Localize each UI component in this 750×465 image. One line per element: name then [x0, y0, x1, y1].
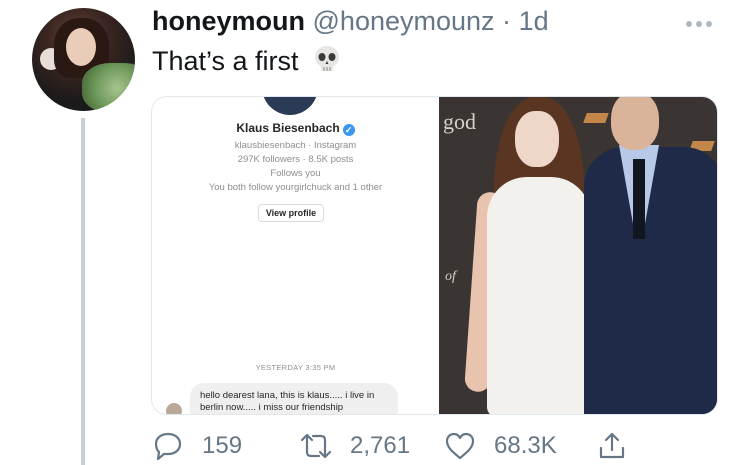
user-avatar[interactable] [32, 8, 135, 111]
tweet-text-content: That’s a first [152, 46, 299, 76]
separator-dot: · [502, 6, 512, 36]
tweet-header: honeymoun @honeymounz · 1d [152, 4, 549, 38]
woman-white-dress [487, 177, 591, 414]
backdrop-text: god [443, 109, 476, 134]
view-profile-button: View profile [258, 204, 324, 222]
sponsor-logo-mark [583, 113, 609, 123]
tweet-action-bar: 159 2,761 68.3K [152, 428, 632, 464]
avatar-face [66, 28, 96, 66]
dm-timestamp: YESTERDAY 3:35 PM [255, 363, 336, 372]
tweet-media[interactable]: Klaus Biesenbach ✓ klausbiesenbach · Inst… [151, 96, 718, 415]
share-button[interactable] [596, 428, 628, 464]
retweet-button[interactable]: 2,761 [300, 428, 410, 464]
dm-message-bubble: hello dearest lana, this is klaus..... i… [190, 383, 398, 414]
dm-sender-avatar [166, 403, 182, 414]
heart-icon [445, 432, 475, 460]
dm-stats-line: 297K followers · 8.5K posts [237, 154, 354, 165]
like-button[interactable]: 68.3K [444, 428, 557, 464]
avatar-plant [82, 63, 135, 111]
dm-profile-avatar [262, 97, 318, 115]
dm-screenshot-image[interactable]: Klaus Biesenbach ✓ klausbiesenbach · Inst… [152, 97, 439, 414]
dm-profile-name: Klaus Biesenbach ✓ [152, 121, 439, 136]
backdrop-text: of [445, 269, 456, 284]
dm-name-text: Klaus Biesenbach [236, 121, 340, 135]
user-handle[interactable]: @honeymounz [313, 6, 495, 36]
thread-line [81, 118, 85, 465]
woman-face [515, 111, 559, 167]
event-photo-image[interactable]: god of cl o [439, 97, 717, 414]
verified-badge-icon: ✓ [342, 124, 355, 136]
tweet-text: That’s a first [152, 44, 342, 78]
dm-username-line: klausbiesenbach · Instagram [234, 140, 357, 151]
retweet-count: 2,761 [350, 432, 411, 459]
display-name[interactable]: honeymoun [152, 6, 305, 36]
man-tie [633, 159, 645, 239]
dm-mutual-line: You both follow yourgirlchuck and 1 othe… [208, 182, 383, 193]
more-options-icon[interactable] [686, 14, 716, 27]
man-face [611, 97, 659, 150]
dm-follows-line: Follows you [270, 168, 321, 179]
reply-button[interactable]: 159 [152, 428, 242, 464]
retweet-icon [300, 433, 332, 459]
tweet-time[interactable]: 1d [519, 6, 549, 36]
reply-icon [154, 432, 182, 461]
reply-count: 159 [202, 432, 243, 459]
like-count: 68.3K [494, 432, 557, 459]
skull-icon [315, 46, 340, 71]
share-icon [599, 432, 625, 459]
